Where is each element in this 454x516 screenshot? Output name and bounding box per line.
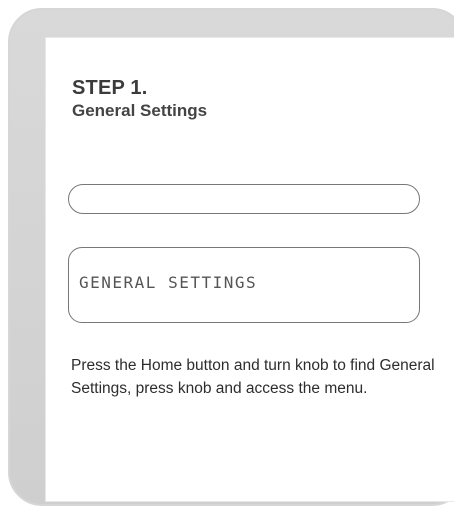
display-screen-text: GENERAL SETTINGS: [79, 273, 258, 292]
instruction-card-frame: STEP 1. General Settings GENERAL SETTING…: [8, 8, 454, 506]
step-title: STEP 1.: [72, 77, 148, 99]
display-status-bar: [68, 184, 420, 214]
display-screen: GENERAL SETTINGS: [68, 247, 420, 323]
step-subtitle: General Settings: [72, 101, 208, 120]
instructions-text: Press the Home button and turn knob to f…: [71, 357, 435, 397]
instruction-card: STEP 1. General Settings GENERAL SETTING…: [45, 37, 454, 502]
